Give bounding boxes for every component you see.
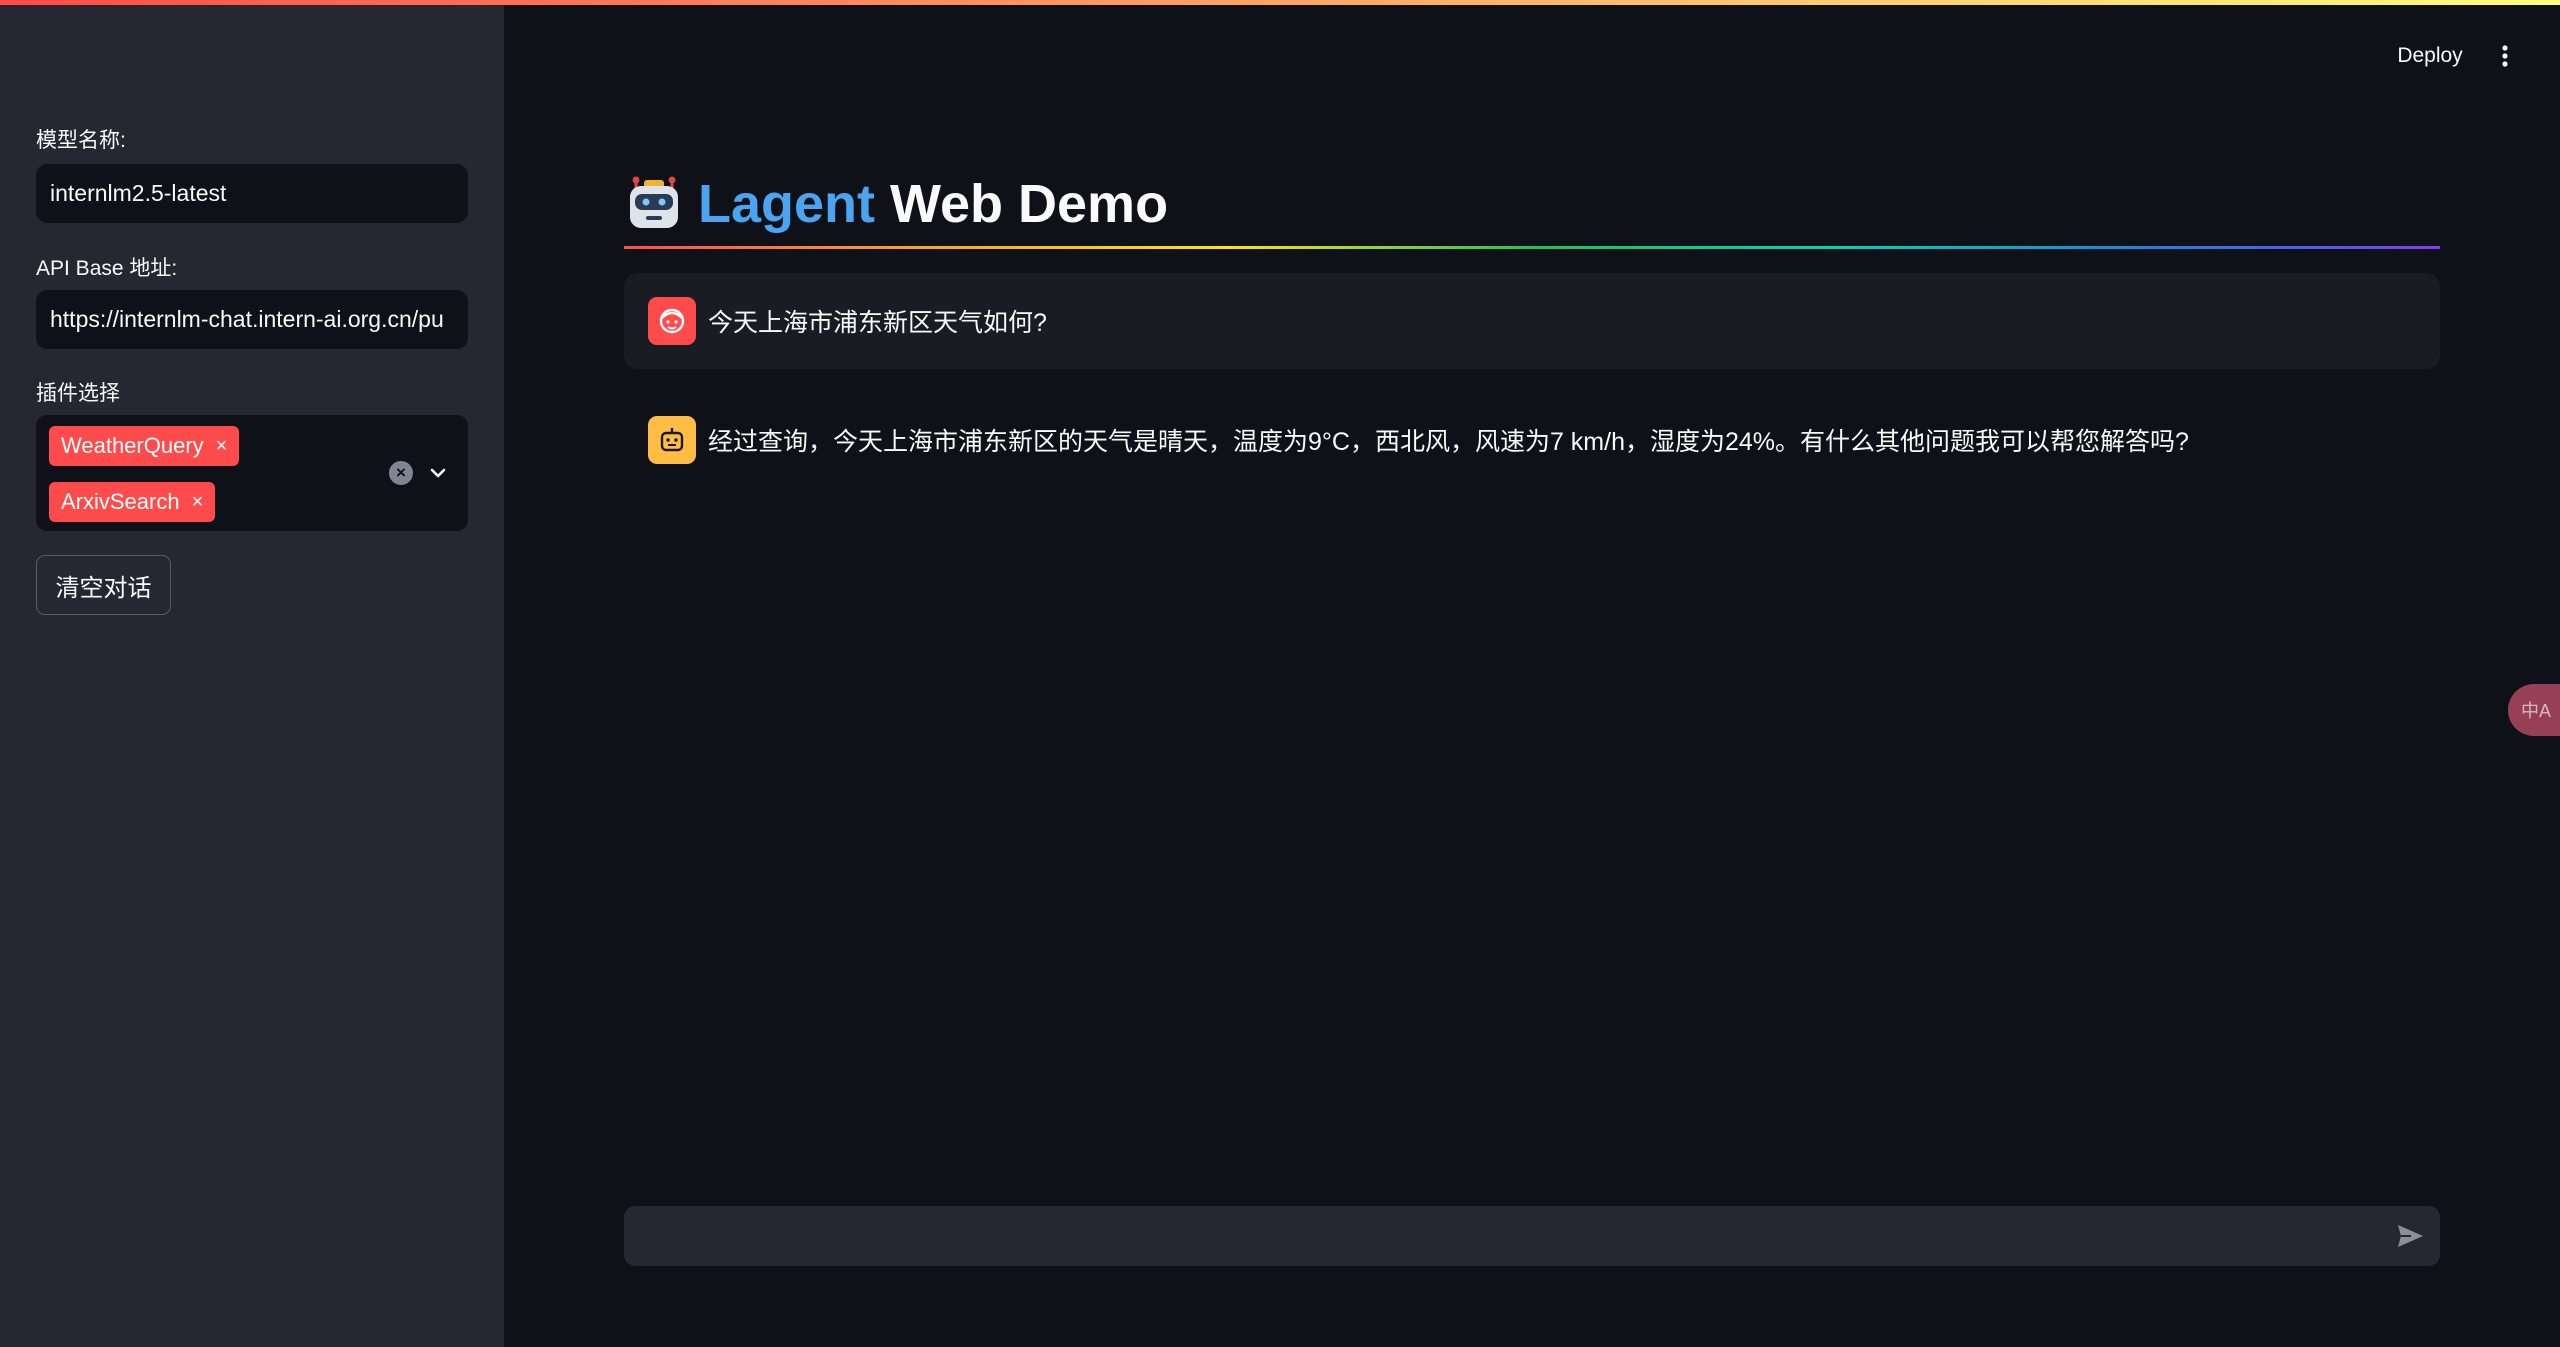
more-menu-icon[interactable]	[2490, 38, 2520, 74]
chat-input-container	[624, 1206, 2440, 1266]
title-accent-text: Lagent	[698, 174, 876, 234]
plugin-tag-weatherquery: WeatherQuery ×	[49, 426, 240, 466]
robot-icon	[630, 176, 678, 228]
top-decoration-bar	[0, 0, 2560, 5]
user-avatar	[648, 297, 696, 345]
chat-input[interactable]	[644, 1206, 2364, 1266]
plugin-multiselect[interactable]: WeatherQuery × ArxivSearch × ×	[36, 415, 468, 531]
model-name-label: 模型名称:	[36, 129, 126, 152]
message-text: 今天上海市浦东新区天气如何?	[708, 309, 1047, 337]
plugin-tag-arxivsearch: ArxivSearch ×	[49, 482, 216, 522]
sidebar: 模型名称: internlm2.5-latest API Base 地址: ht…	[0, 0, 504, 1347]
api-base-label: API Base 地址:	[36, 257, 178, 280]
clear-chat-button[interactable]: 清空对话	[36, 555, 171, 615]
chevron-down-icon[interactable]	[426, 461, 450, 485]
assistant-avatar	[648, 416, 696, 464]
title-rest-text: Web Demo	[875, 174, 1169, 234]
deploy-button[interactable]: Deploy	[2390, 38, 2470, 74]
bot-face-icon	[660, 428, 684, 452]
api-base-input[interactable]: https://internlm-chat.intern-ai.org.cn/p…	[36, 290, 468, 349]
user-face-icon	[659, 308, 685, 334]
title-divider	[624, 246, 2440, 249]
remove-tag-icon[interactable]: ×	[192, 492, 204, 512]
remove-tag-icon[interactable]: ×	[216, 436, 228, 456]
message-text: 经过查询，今天上海市浦东新区的天气是晴天，温度为9°C，西北风，风速为7 km/…	[708, 428, 2189, 456]
assistant-message: 经过查询，今天上海市浦东新区的天气是晴天，温度为9°C，西北风，风速为7 km/…	[624, 392, 2440, 488]
plugin-tag-label: ArxivSearch	[61, 489, 180, 514]
page-title: Lagent Web Demo	[624, 168, 1168, 240]
clear-all-icon[interactable]: ×	[389, 461, 413, 485]
send-icon[interactable]	[2394, 1220, 2426, 1252]
model-name-input[interactable]: internlm2.5-latest	[36, 164, 468, 223]
user-message: 今天上海市浦东新区天气如何?	[624, 273, 2440, 369]
plugins-label: 插件选择	[36, 382, 120, 405]
translate-widget[interactable]: 中A	[2508, 684, 2560, 736]
plugin-tag-label: WeatherQuery	[61, 433, 204, 458]
